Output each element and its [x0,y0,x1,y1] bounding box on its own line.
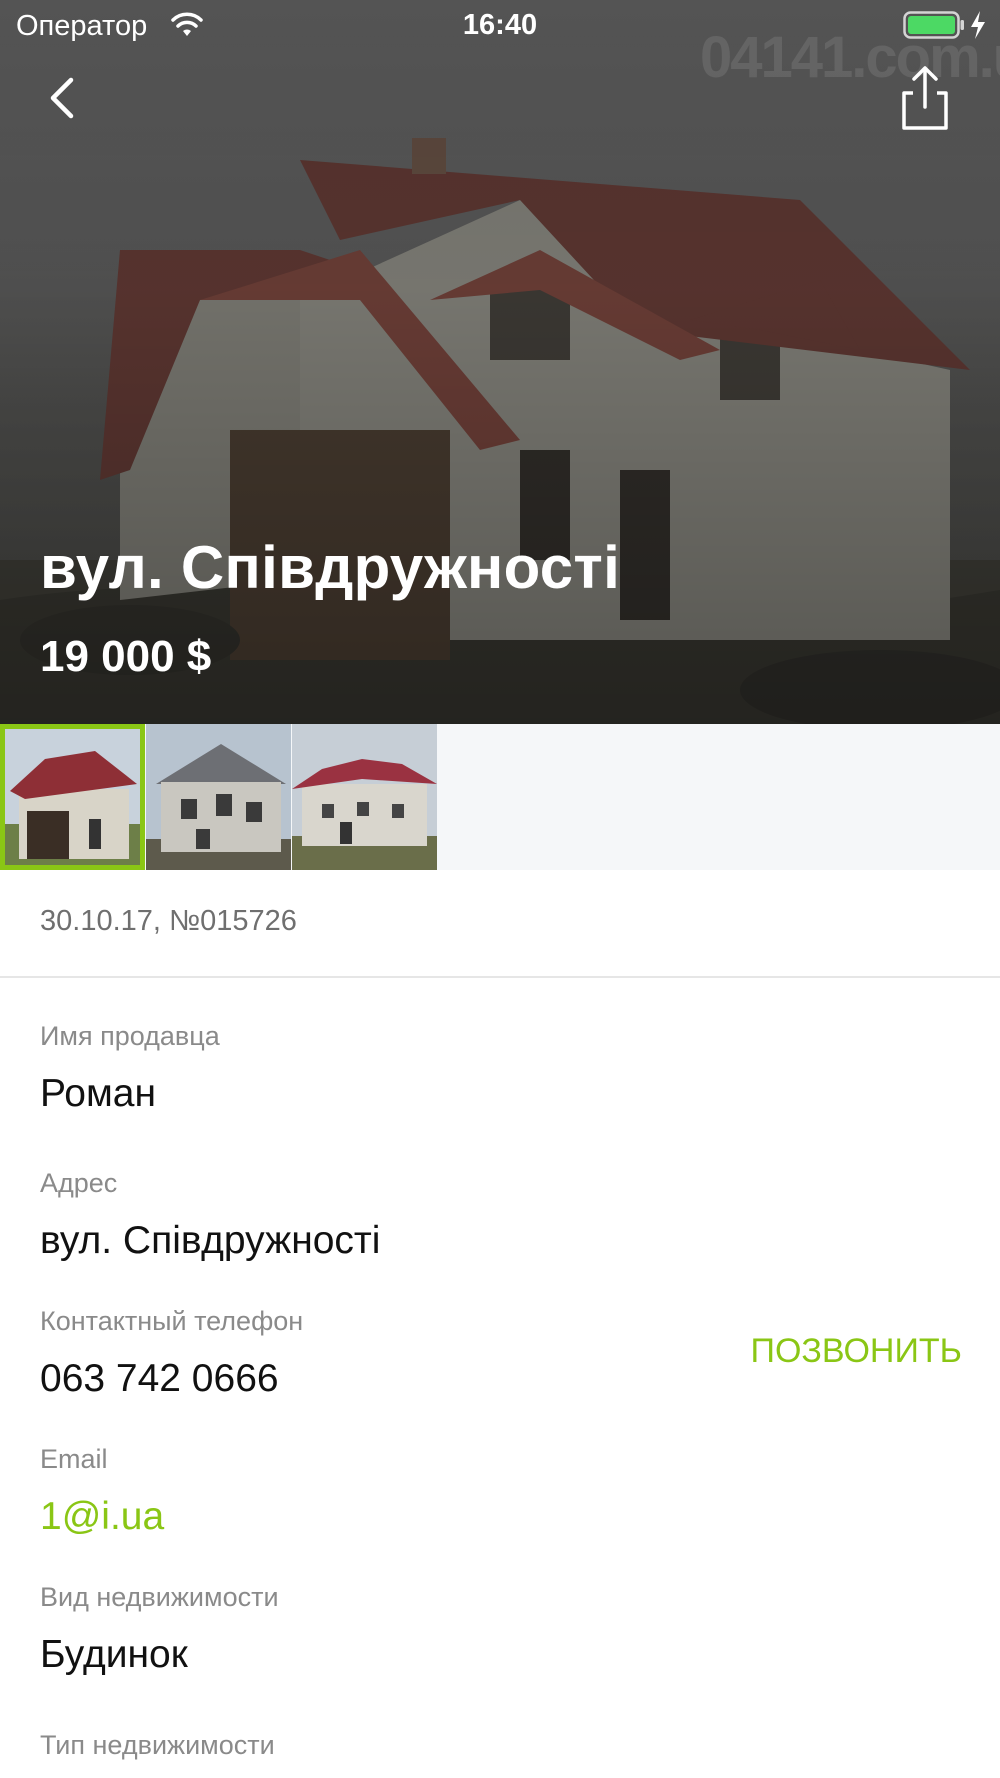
address-value: вул. Співдружності [40,1219,381,1262]
battery-icon [903,11,965,47]
thumbnail-3[interactable] [292,724,437,870]
clock: 16:40 [462,9,538,41]
hero-overlay [0,0,1000,724]
seller-value: Роман [40,1072,157,1115]
house-thumbnail-image [146,724,291,870]
bolt-icon [969,10,987,48]
house-thumbnail-image [5,729,140,865]
divider [0,976,1000,978]
listing-hero: 04141.com.ua Оператор 16:40 [0,0,1000,724]
listing-price: 19 000 $ [40,632,212,681]
house-thumbnail-image [292,724,437,870]
property-kind-label: Вид недвижимости [40,1582,279,1612]
thumbnail-2[interactable] [146,724,291,870]
share-icon [902,66,948,130]
share-button[interactable] [895,62,955,134]
thumbnail-strip [0,724,1000,870]
chevron-left-icon [50,77,74,119]
seller-label: Имя продавца [40,1021,220,1051]
email-link[interactable]: 1@i.ua [40,1495,164,1539]
address-label: Адрес [40,1168,118,1198]
listing-date-and-id: 30.10.17, №015726 [40,905,297,937]
listing-title: вул. Співдружності [40,534,621,601]
back-button[interactable] [36,70,88,126]
call-button[interactable]: ПОЗВОНИТЬ [700,1332,963,1371]
phone-value: 063 742 0666 [40,1357,279,1400]
email-label: Email [40,1444,108,1474]
property-type-label: Тип недвижимости [40,1730,275,1760]
phone-label: Контактный телефон [40,1306,304,1336]
status-bar: Оператор 16:40 [0,0,1000,50]
thumbnail-1[interactable] [0,724,145,870]
property-kind-value: Будинок [40,1633,188,1676]
